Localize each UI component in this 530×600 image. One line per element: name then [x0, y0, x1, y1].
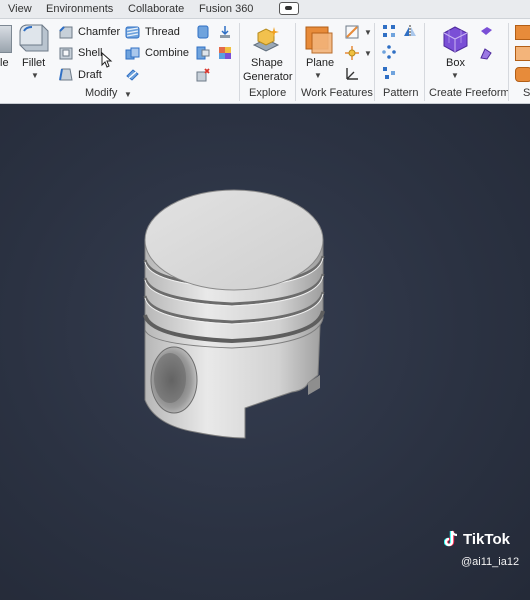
axis-dropdown-icon[interactable]: ▼ [364, 28, 372, 37]
stitch-tool-icon[interactable] [515, 67, 530, 82]
shape-generator-icon [252, 27, 280, 52]
split-tool-icon[interactable] [125, 68, 140, 81]
mouse-cursor-icon [101, 52, 113, 68]
panel-separator [508, 23, 509, 101]
fillet-variant-label: le [0, 57, 9, 69]
delete-face-icon[interactable] [196, 68, 210, 82]
direct-edit-icon[interactable] [196, 25, 210, 39]
fillet-dropdown-icon[interactable]: ▼ [31, 71, 39, 80]
fillet-label: Fillet [22, 57, 46, 69]
panel-separator [239, 23, 240, 101]
work-features-panel-title: Work Features [301, 87, 373, 99]
piston-model[interactable] [0, 104, 530, 600]
combine-icon [125, 47, 140, 60]
tiktok-brand: TikTok [463, 530, 510, 548]
point-dropdown-icon[interactable]: ▼ [364, 49, 372, 58]
tab-collaborate[interactable]: Collaborate [128, 3, 184, 15]
fillet-variant-icon[interactable] [0, 25, 12, 53]
ucs-icon[interactable] [344, 66, 360, 82]
shape-generator-label-line2: Generator [243, 71, 293, 83]
chamfer-icon [59, 26, 73, 39]
tab-fusion-360[interactable]: Fusion 360 [199, 3, 253, 15]
modify-panel-title[interactable]: Modify [85, 87, 117, 99]
ribbon-tab-bar: View Environments Collaborate Fusion 360 [0, 0, 530, 19]
plane-label: Plane [306, 57, 335, 69]
copy-object-icon[interactable] [196, 46, 210, 60]
plane-icon [305, 26, 333, 54]
modify-panel-expand-icon[interactable]: ▼ [124, 90, 132, 99]
move-face-icon[interactable] [218, 25, 232, 39]
tab-view[interactable]: View [8, 3, 32, 15]
shell-icon [59, 47, 73, 60]
fillet-icon [19, 24, 49, 52]
thread-icon [125, 26, 140, 39]
surface-tool-icon[interactable] [515, 25, 530, 40]
box-label: Box [446, 57, 465, 69]
freeform-face-icon[interactable] [479, 25, 493, 39]
draft-label: Draft [78, 69, 102, 81]
tiktok-watermark: TikTok [444, 530, 510, 548]
next-panel-title: S [523, 87, 530, 99]
tab-environments[interactable]: Environments [46, 3, 113, 15]
pattern-panel-title: Pattern [383, 87, 419, 99]
graphics-viewport[interactable]: TikTok @ai11_ia12 [0, 104, 530, 600]
draft-icon [59, 68, 73, 81]
plane-dropdown-icon[interactable]: ▼ [314, 71, 322, 80]
circular-pattern-icon[interactable] [382, 45, 396, 59]
explore-panel-title: Explore [249, 87, 287, 99]
create-freeform-panel-title: Create Freeform [429, 87, 510, 99]
unwrap-icon[interactable] [218, 46, 232, 60]
panel-separator [424, 23, 425, 101]
mirror-icon[interactable] [403, 24, 417, 38]
shell-label: Shell [78, 47, 103, 59]
tiktok-logo-icon [444, 530, 458, 547]
freeform-edit-icon[interactable] [479, 46, 493, 60]
axis-icon[interactable] [344, 24, 360, 40]
panel-separator [295, 23, 296, 101]
box-dropdown-icon[interactable]: ▼ [451, 71, 459, 80]
toggle-icon [285, 6, 292, 10]
patch-tool-icon[interactable] [515, 46, 530, 61]
freeform-box-icon [443, 26, 468, 53]
tab-overflow-toggle[interactable] [279, 2, 299, 15]
panel-separator [374, 23, 375, 101]
point-icon[interactable] [344, 45, 360, 61]
combine-label: Combine [145, 47, 190, 59]
shape-generator-label-line1: Shape [251, 57, 283, 69]
rectangular-pattern-icon[interactable] [382, 24, 396, 38]
chamfer-label: Chamfer [78, 26, 121, 38]
thread-label: Thread [145, 26, 180, 38]
ribbon: le Fillet ▼ Chamfer Shell Draft Thread C… [0, 19, 530, 104]
tiktok-handle: @ai11_ia12 [461, 556, 520, 568]
sketch-pattern-icon[interactable] [382, 66, 396, 80]
